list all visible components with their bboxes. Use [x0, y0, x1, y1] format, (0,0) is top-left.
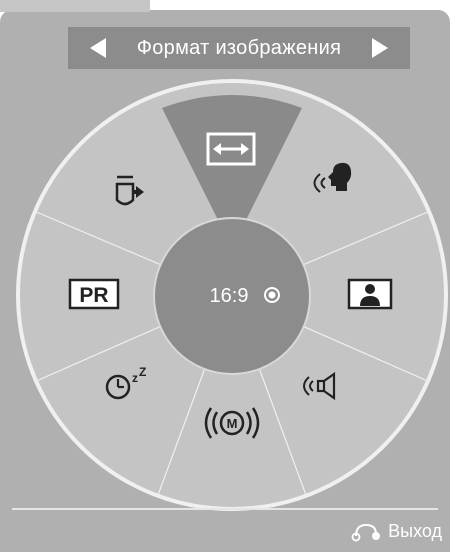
- footer-divider: [12, 508, 438, 510]
- pr-label: PR: [79, 284, 108, 307]
- person-picture-icon[interactable]: [347, 278, 393, 310]
- return-arrow-icon: [351, 523, 381, 542]
- sleep-z: Z: [139, 365, 146, 379]
- exit-label: Выход: [388, 520, 442, 541]
- exit-button[interactable]: Выход: [350, 520, 442, 542]
- pr-icon[interactable]: PR: [68, 278, 120, 310]
- mono-letter: M: [227, 416, 238, 431]
- quick-menu-wheel: 16:9 M z Z PR: [16, 79, 448, 511]
- aspect-ratio-value: 16:9: [210, 285, 249, 307]
- sleep-z-small: z: [132, 371, 138, 385]
